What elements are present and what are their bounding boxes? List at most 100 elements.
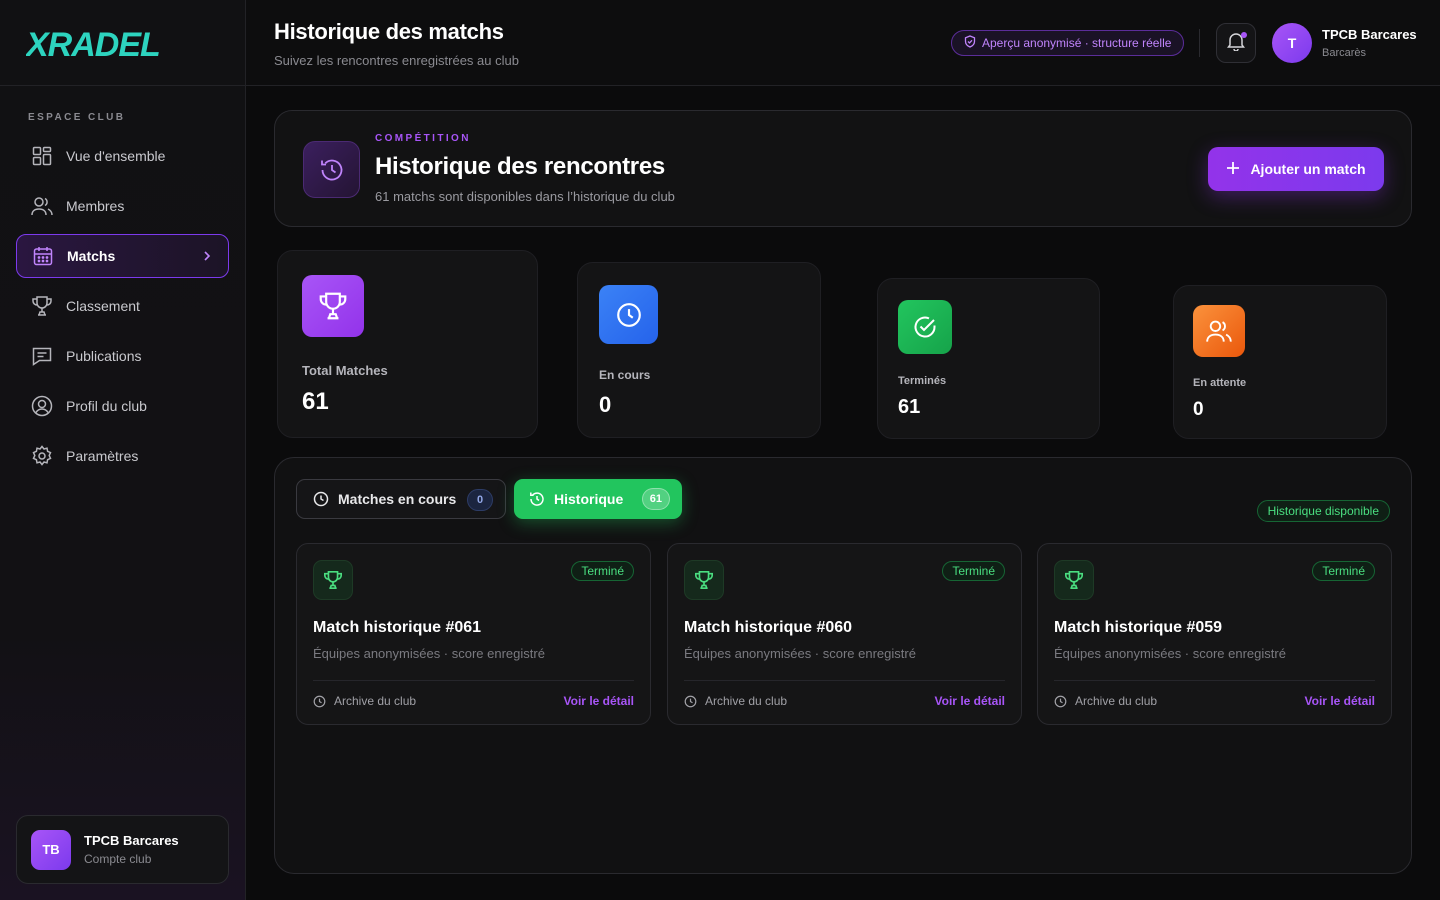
shield-icon [964, 35, 976, 51]
archive-label: Archive du club [334, 694, 417, 708]
match-title: Match historique #060 [684, 619, 853, 636]
match-card[interactable]: Terminé Match historique #060 Équipes an… [667, 543, 1022, 725]
message-icon [31, 345, 53, 367]
match-card[interactable]: Terminé Match historique #059 Équipes an… [1037, 543, 1392, 725]
history-icon [529, 491, 545, 507]
match-title: Match historique #059 [1054, 619, 1223, 636]
clock-icon [684, 695, 697, 708]
stat-card-total: Total Matches 61 [277, 250, 538, 438]
stat-value: 0 [1193, 399, 1204, 420]
svg-text:XRADEL: XRADEL [26, 26, 160, 60]
user-avatar[interactable]: T [1272, 23, 1312, 63]
divider [684, 680, 1005, 681]
stat-value: 61 [898, 396, 921, 418]
notifications-button[interactable] [1216, 23, 1256, 63]
trophy-icon [313, 560, 353, 600]
tab-label: Historique [554, 491, 624, 507]
add-match-label: Ajouter un match [1250, 161, 1366, 177]
hero-kicker: COMPÉTITION [375, 133, 471, 144]
sidebar-item-label: Matchs [67, 248, 116, 264]
plus-icon [1226, 161, 1240, 178]
grid-icon [31, 145, 53, 167]
stat-label: Terminés [898, 375, 947, 387]
clock-icon [313, 695, 326, 708]
user-name: TPCB Barcares [1322, 27, 1417, 42]
sidebar-item-settings[interactable]: Paramètres [16, 434, 229, 478]
stat-card-pending: En attente 0 [1173, 285, 1387, 439]
users-icon [1193, 305, 1245, 357]
sidebar-item-label: Publications [66, 348, 142, 364]
sidebar-item-overview[interactable]: Vue d'ensemble [16, 134, 229, 178]
preview-badge-label: Aperçu anonymisé · structure réelle [982, 36, 1172, 50]
account-name: TPCB Barcares [84, 833, 179, 848]
clock-icon [1054, 695, 1067, 708]
archive-label: Archive du club [1075, 694, 1158, 708]
account-card[interactable]: TB TPCB Barcares Compte club [16, 815, 229, 884]
trophy-icon [31, 295, 53, 317]
top-header: Historique des matchs Suivez les rencont… [246, 0, 1440, 86]
avatar: TB [31, 829, 71, 870]
archive-info: Archive du club [313, 694, 416, 708]
sidebar-item-club-profile[interactable]: Profil du club [16, 384, 229, 428]
sidebar-item-label: Profil du club [66, 398, 147, 414]
settings-icon [31, 445, 53, 467]
stat-value: 0 [599, 392, 612, 417]
clock-icon [599, 285, 658, 344]
section-label: ESPACE CLUB [28, 112, 126, 123]
trophy-icon [302, 275, 364, 337]
history-available-badge: Historique disponible [1256, 500, 1390, 522]
match-subtitle: Équipes anonymisées · score enregistré [313, 646, 545, 661]
tab-live-matches[interactable]: Matches en cours 0 [296, 479, 506, 519]
history-icon [303, 141, 360, 198]
status-badge: Terminé [942, 561, 1005, 581]
stat-label: En attente [1193, 377, 1247, 389]
trophy-icon [684, 560, 724, 600]
tab-history[interactable]: Historique 61 [514, 479, 682, 519]
tab-label: Matches en cours [338, 491, 457, 507]
page-title: Historique des matchs [274, 19, 504, 44]
status-badge: Terminé [1312, 561, 1375, 581]
tab-count-badge: 0 [467, 489, 493, 511]
calendar-icon [32, 245, 54, 267]
matches-panel: Matches en cours 0 Historique 61 Histori… [274, 457, 1412, 874]
users-icon [31, 195, 53, 217]
sidebar-item-label: Paramètres [66, 448, 139, 464]
status-badge: Terminé [571, 561, 634, 581]
stat-label: En cours [599, 368, 651, 382]
sidebar-nav: Vue d'ensemble Membres Matchs Classement [16, 134, 229, 484]
sidebar-item-members[interactable]: Membres [16, 184, 229, 228]
match-subtitle: Équipes anonymisées · score enregistré [1054, 646, 1286, 661]
match-card[interactable]: Terminé Match historique #061 Équipes an… [296, 543, 651, 725]
view-detail-link[interactable]: Voir le détail [935, 694, 1005, 708]
sidebar-item-label: Membres [66, 198, 125, 214]
view-detail-link[interactable]: Voir le détail [564, 694, 634, 708]
stat-label: Total Matches [302, 363, 388, 378]
xradel-logo: XRADEL [26, 26, 161, 60]
hero-subtitle: 61 matchs sont disponibles dans l’histor… [375, 189, 675, 204]
account-subtitle: Compte club [84, 852, 152, 866]
stat-card-live: En cours 0 [577, 262, 821, 438]
preview-badge: Aperçu anonymisé · structure réelle [951, 30, 1185, 56]
sidebar-item-publications[interactable]: Publications [16, 334, 229, 378]
view-detail-link[interactable]: Voir le détail [1305, 694, 1375, 708]
page-subtitle: Suivez les rencontres enregistrées au cl… [274, 53, 519, 68]
sidebar-item-ranking[interactable]: Classement [16, 284, 229, 328]
sidebar-item-matchs[interactable]: Matchs [16, 234, 229, 278]
tab-count-badge: 61 [641, 488, 670, 510]
clock-icon [313, 491, 329, 507]
chevron-right-icon [202, 249, 212, 266]
check-circle-icon [898, 300, 952, 354]
user-location: Barcarès [1322, 47, 1367, 59]
sidebar-item-label: Classement [66, 298, 140, 314]
logo[interactable]: XRADEL [0, 0, 245, 86]
match-subtitle: Équipes anonymisées · score enregistré [684, 646, 916, 661]
divider [313, 680, 634, 681]
divider [1054, 680, 1375, 681]
sidebar: XRADEL ESPACE CLUB Vue d'ensemble Membre… [0, 0, 246, 900]
stat-card-finished: Terminés 61 [877, 278, 1100, 439]
profile-icon [31, 395, 53, 417]
match-title: Match historique #061 [313, 619, 482, 636]
archive-label: Archive du club [705, 694, 788, 708]
sidebar-item-label: Vue d'ensemble [66, 148, 166, 164]
add-match-button[interactable]: Ajouter un match [1208, 147, 1384, 191]
